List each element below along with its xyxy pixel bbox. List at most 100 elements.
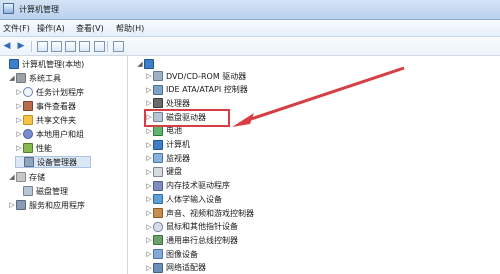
clock-icon: [23, 87, 33, 97]
device-category-label: 计算机: [166, 140, 190, 149]
expand-arrow-icon[interactable]: ▷: [145, 182, 153, 190]
network-icon: [153, 262, 163, 273]
device-category-label: 鼠标和其他指针设备: [166, 222, 238, 232]
tree-item-event-viewer[interactable]: ▷ 事件查看器: [15, 100, 76, 112]
expand-arrow-icon[interactable]: ▷: [145, 236, 153, 244]
disk-icon: [23, 186, 33, 196]
expand-arrow-icon[interactable]: ▷: [8, 201, 16, 209]
expand-arrow-icon[interactable]: ▷: [15, 88, 23, 96]
expand-arrow-icon[interactable]: ◢: [8, 173, 16, 181]
tree-item-storage[interactable]: ◢ 存储: [8, 171, 45, 183]
tree-label: 任务计划程序: [36, 87, 84, 97]
device-category-item[interactable]: ▷ 鼠标和其他指针设备: [145, 221, 238, 233]
device-category-label: 网络适配器: [166, 263, 206, 273]
tree-item-local-users-groups[interactable]: ▷ 本地用户和组: [15, 128, 84, 140]
device-category-label: 监视器: [166, 153, 190, 163]
up-folder-icon[interactable]: [36, 40, 48, 52]
tree-item-computer-management[interactable]: 计算机管理(本地): [1, 58, 84, 70]
device-category-label: 内存技术驱动程序: [166, 181, 230, 191]
device-category-label: 人体学输入设备: [166, 194, 222, 204]
tree-item-task-scheduler[interactable]: ▷ 任务计划程序: [15, 86, 84, 98]
navigation-tree: 计算机管理(本地) ◢ 系统工具 ▷ 任务计划程序 ▷ 事件查看器 ▷ 共享文件夹 ▷ 本…: [0, 56, 128, 274]
device-category-item[interactable]: ▷ 监视器: [145, 152, 190, 164]
expand-arrow-icon[interactable]: ◢: [8, 74, 16, 82]
tree-item-services-applications[interactable]: ▷ 服务和应用程序: [8, 199, 85, 211]
performance-icon: [23, 143, 33, 153]
tree-label: 本地用户和组: [36, 129, 84, 139]
camera-icon: [153, 249, 163, 260]
computer-icon: [9, 59, 19, 69]
menu-bar: 文件(F) 操作(A) 查看(V) 帮助(H): [0, 20, 500, 37]
expand-arrow-icon[interactable]: ▷: [15, 144, 23, 152]
tree-label: 服务和应用程序: [29, 200, 85, 210]
expand-arrow-icon[interactable]: ▷: [145, 250, 153, 258]
expand-arrow-icon[interactable]: ▷: [145, 127, 153, 135]
title-bar: 计算机管理: [0, 0, 500, 20]
expand-arrow-icon[interactable]: ▷: [15, 102, 23, 110]
expand-arrow-icon[interactable]: ▷: [145, 195, 153, 203]
device-category-item[interactable]: ▷ 图像设备: [145, 248, 198, 260]
expand-arrow-icon[interactable]: ▷: [145, 86, 153, 94]
ide-icon: [153, 84, 163, 95]
expand-arrow-icon[interactable]: ▷: [145, 223, 153, 231]
monitor-icon: [153, 153, 163, 164]
menu-action[interactable]: 操作(A): [37, 23, 65, 34]
expand-arrow-icon[interactable]: ▷: [145, 264, 153, 272]
computer-icon: [144, 59, 154, 69]
tree-item-system-tools[interactable]: ◢ 系统工具: [8, 72, 61, 84]
toolbar-separator: [107, 41, 108, 52]
computer-icon: [153, 139, 163, 150]
expand-arrow-icon[interactable]: ▷: [145, 154, 153, 162]
device-category-label: 图像设备: [166, 249, 198, 259]
window-title: 计算机管理: [19, 5, 59, 14]
tree-label: 性能: [36, 143, 52, 153]
properties-icon[interactable]: [64, 40, 76, 52]
menu-file[interactable]: 文件(F): [3, 23, 30, 34]
device-category-item[interactable]: ▷ 人体学输入设备: [145, 193, 222, 205]
view-icon[interactable]: [93, 40, 105, 52]
device-category-item[interactable]: ▷ 声音、视频和游戏控制器: [145, 207, 254, 219]
menu-view[interactable]: 查看(V): [76, 23, 104, 34]
expand-arrow-icon[interactable]: ▷: [15, 116, 23, 124]
help-icon[interactable]: [78, 40, 90, 52]
expand-arrow-icon[interactable]: ▷: [145, 99, 153, 107]
users-icon: [23, 129, 33, 139]
device-category-item[interactable]: ▷ 处理器: [145, 97, 190, 109]
mouse-icon: [153, 221, 163, 232]
device-category-item[interactable]: ▷ 网络适配器: [145, 262, 206, 274]
usb-icon: [153, 235, 163, 246]
back-icon[interactable]: ◀: [1, 40, 13, 52]
expand-arrow-icon[interactable]: ▷: [145, 168, 153, 176]
tree-label: 存储: [29, 172, 45, 182]
device-category-label: 键盘: [166, 167, 182, 177]
expand-arrow-icon[interactable]: ▷: [145, 209, 153, 217]
forward-icon[interactable]: ▶: [15, 40, 27, 52]
device-root[interactable]: ◢: [136, 58, 157, 70]
device-category-item[interactable]: ▷ 通用串行总线控制器: [145, 234, 238, 246]
keyboard-icon: [153, 166, 163, 177]
memory-icon: [153, 180, 163, 191]
expand-arrow-icon[interactable]: ▷: [145, 141, 153, 149]
device-category-label: 处理器: [166, 98, 190, 108]
folder-icon: [23, 115, 33, 125]
expand-arrow-icon[interactable]: ▷: [15, 130, 23, 138]
menu-help[interactable]: 帮助(H): [116, 23, 144, 34]
tree-label: 设备管理器: [37, 157, 77, 167]
toolbar: ◀ ▶: [0, 37, 500, 56]
expand-arrow-icon[interactable]: ▷: [145, 72, 153, 80]
tree-label: 系统工具: [29, 73, 61, 83]
toolbar-separator: [31, 41, 32, 52]
collapse-arrow-icon[interactable]: ◢: [136, 60, 144, 68]
tree-item-shared-folders[interactable]: ▷ 共享文件夹: [15, 114, 76, 126]
tree-item-disk-management[interactable]: 磁盘管理: [23, 185, 68, 197]
tree-item-performance[interactable]: ▷ 性能: [15, 142, 52, 154]
device-category-label: 通用串行总线控制器: [166, 235, 238, 245]
device-category-item[interactable]: ▷ 计算机: [145, 139, 190, 151]
device-category-item[interactable]: ▷ 内存技术驱动程序: [145, 180, 230, 192]
tree-item-device-manager[interactable]: 设备管理器: [15, 156, 91, 168]
scan-hardware-icon[interactable]: [112, 40, 124, 52]
dvd-icon: [153, 71, 163, 81]
show-hide-tree-icon[interactable]: [50, 40, 62, 52]
computer-management-icon: [3, 3, 14, 14]
device-category-item[interactable]: ▷ 键盘: [145, 166, 182, 178]
